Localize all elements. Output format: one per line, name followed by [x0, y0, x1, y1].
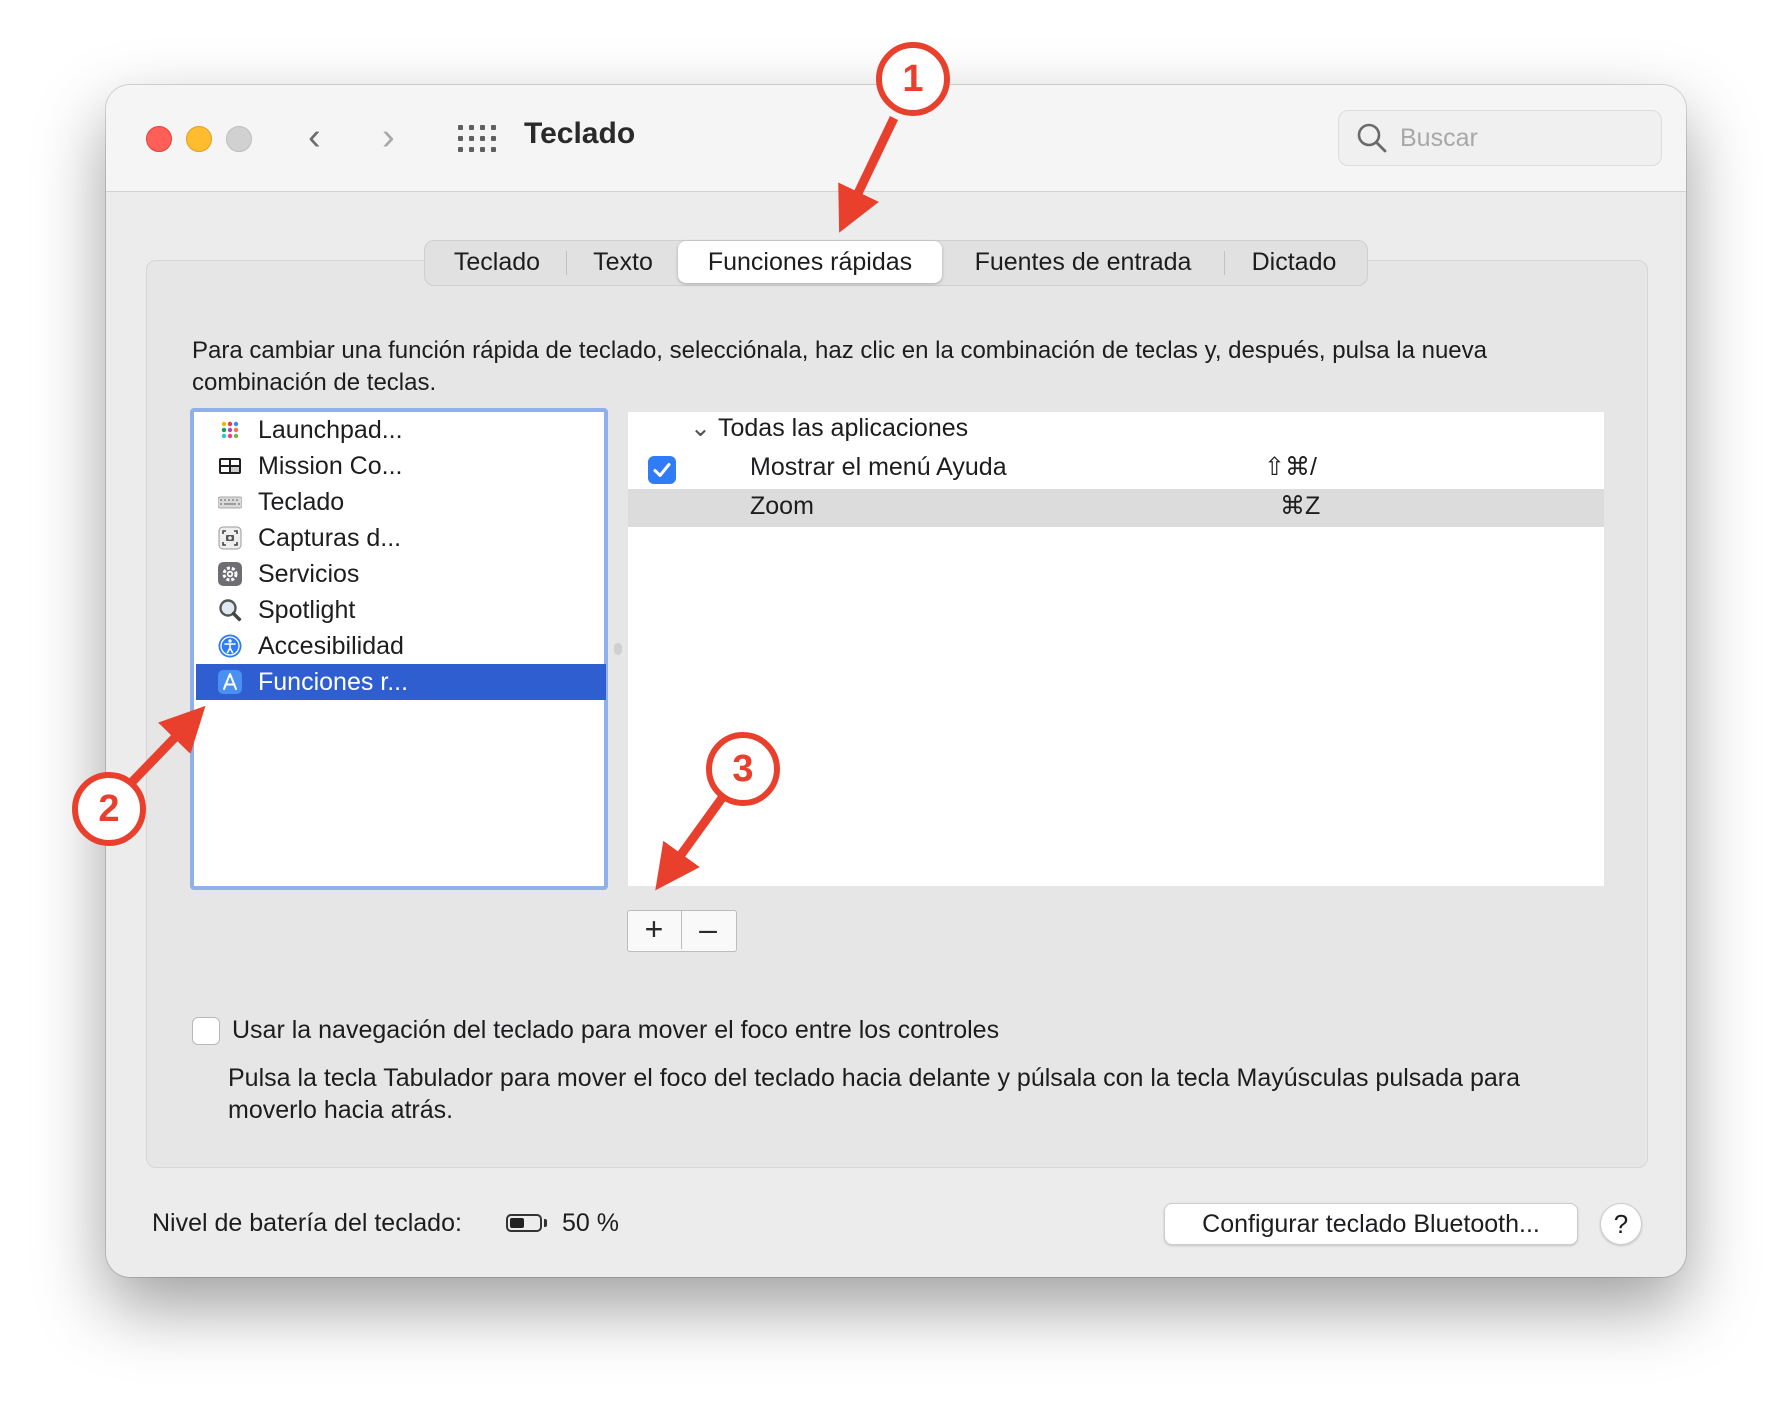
annotation-badge-1: 1: [876, 42, 950, 116]
annotation-arrow-1: [838, 116, 899, 233]
annotation-badge-2: 2: [72, 772, 146, 846]
annotation-badge-3: 3: [706, 732, 780, 806]
annotation-arrows: [128, 116, 899, 891]
annotation-arrow-3: [655, 795, 726, 891]
annotation-arrow-2: [128, 705, 206, 786]
